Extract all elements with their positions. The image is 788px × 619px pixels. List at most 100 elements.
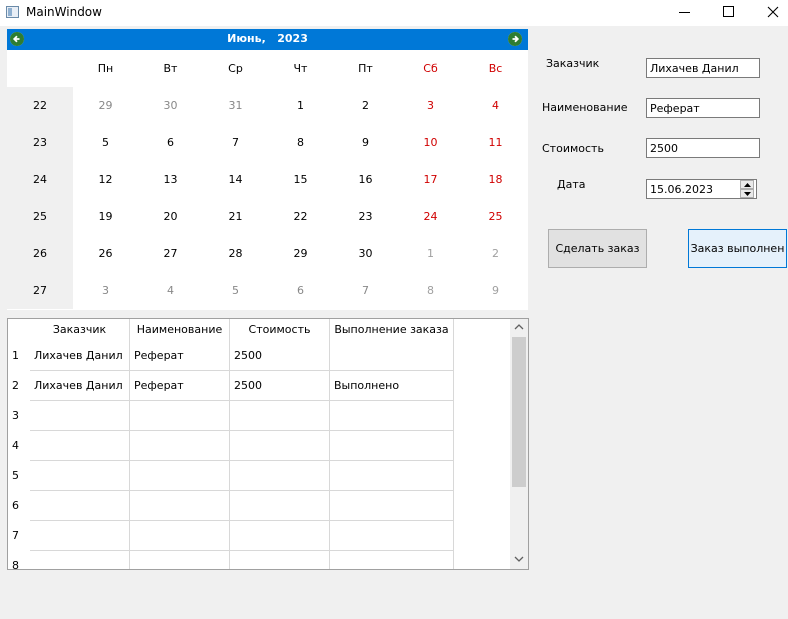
table-cell[interactable] (330, 461, 454, 491)
calendar-day-cell[interactable]: 6 (268, 272, 333, 309)
calendar-day-cell[interactable]: 18 (463, 161, 528, 198)
date-spinner[interactable] (740, 179, 756, 199)
calendar-day-cell[interactable]: 20 (138, 198, 203, 235)
make-order-button[interactable]: Сделать заказ (548, 229, 647, 268)
table-cell[interactable]: 2500 (230, 371, 330, 401)
table-cell[interactable] (330, 341, 454, 371)
table-cell[interactable]: 2500 (230, 341, 330, 371)
row-header[interactable]: 1 (8, 341, 30, 371)
row-header[interactable]: 3 (8, 401, 30, 431)
calendar-day-cell[interactable]: 22 (268, 198, 333, 235)
orders-table[interactable]: Заказчик Наименование Стоимость Выполнение … (7, 318, 529, 570)
calendar-day-cell[interactable]: 14 (203, 161, 268, 198)
table-cell[interactable] (230, 521, 330, 551)
table-vertical-scrollbar[interactable] (510, 319, 528, 569)
row-header[interactable]: 6 (8, 491, 30, 521)
row-header[interactable]: 7 (8, 521, 30, 551)
calendar-day-cell[interactable]: 28 (203, 235, 268, 272)
close-icon[interactable] (750, 0, 788, 26)
scrollbar-thumb[interactable] (512, 337, 526, 487)
column-header[interactable]: Стоимость (230, 319, 330, 341)
calendar-day-cell[interactable]: 25 (463, 198, 528, 235)
row-header[interactable]: 8 (8, 551, 30, 569)
month-button[interactable]: Июнь, (227, 32, 266, 45)
minimize-icon[interactable] (662, 0, 708, 26)
table-cell[interactable] (30, 521, 130, 551)
table-cell[interactable] (130, 551, 230, 569)
calendar-day-cell[interactable]: 1 (398, 235, 463, 272)
table-cell[interactable] (330, 551, 454, 569)
calendar-day-cell[interactable]: 31 (203, 87, 268, 124)
next-month-icon[interactable] (508, 32, 522, 46)
table-cell[interactable]: Реферат (130, 341, 230, 371)
table-corner-button[interactable] (8, 319, 30, 341)
calendar-day-cell[interactable]: 4 (138, 272, 203, 309)
calendar-day-cell[interactable]: 26 (73, 235, 138, 272)
row-header[interactable]: 4 (8, 431, 30, 461)
table-cell[interactable] (330, 491, 454, 521)
table-cell[interactable] (130, 401, 230, 431)
calendar-widget[interactable]: Июнь, 2023 Пн Вт Ср Чт Пт Сб Вс 22 29 30 31 1 2 3 4 23 5… (7, 29, 528, 310)
calendar-day-cell[interactable]: 3 (73, 272, 138, 309)
calendar-day-cell[interactable]: 17 (398, 161, 463, 198)
table-cell[interactable] (130, 431, 230, 461)
calendar-day-cell[interactable]: 21 (203, 198, 268, 235)
table-cell[interactable] (230, 461, 330, 491)
table-cell[interactable] (30, 551, 130, 569)
table-cell[interactable] (130, 491, 230, 521)
customer-input[interactable] (646, 58, 760, 78)
table-cell[interactable]: Реферат (130, 371, 230, 401)
date-down-button[interactable] (740, 189, 754, 198)
calendar-day-cell[interactable]: 7 (333, 272, 398, 309)
table-cell[interactable] (230, 551, 330, 569)
year-button[interactable]: 2023 (277, 32, 308, 45)
table-cell[interactable] (330, 431, 454, 461)
calendar-day-cell[interactable]: 4 (463, 87, 528, 124)
table-cell[interactable] (330, 521, 454, 551)
table-cell[interactable] (330, 401, 454, 431)
calendar-day-cell[interactable]: 30 (333, 235, 398, 272)
scroll-up-icon[interactable] (514, 323, 524, 331)
calendar-day-cell[interactable]: 29 (268, 235, 333, 272)
column-header[interactable]: Заказчик (30, 319, 130, 341)
table-cell[interactable]: Выполнено (330, 371, 454, 401)
column-header[interactable]: Выполнение заказа (330, 319, 454, 341)
calendar-day-cell[interactable]: 6 (138, 124, 203, 161)
table-cell[interactable] (30, 491, 130, 521)
calendar-day-cell[interactable]: 2 (463, 235, 528, 272)
calendar-day-cell[interactable]: 5 (203, 272, 268, 309)
calendar-day-cell[interactable]: 11 (463, 124, 528, 161)
cost-input[interactable] (646, 138, 760, 158)
column-header[interactable]: Наименование (130, 319, 230, 341)
calendar-day-cell[interactable]: 15 (268, 161, 333, 198)
table-cell[interactable] (130, 521, 230, 551)
table-cell[interactable] (30, 431, 130, 461)
calendar-day-cell[interactable]: 7 (203, 124, 268, 161)
table-cell[interactable] (130, 461, 230, 491)
calendar-day-cell[interactable]: 8 (398, 272, 463, 309)
calendar-day-cell[interactable]: 1 (268, 87, 333, 124)
table-cell[interactable] (230, 401, 330, 431)
calendar-day-cell[interactable]: 3 (398, 87, 463, 124)
calendar-day-cell[interactable]: 8 (268, 124, 333, 161)
calendar-day-cell[interactable]: 5 (73, 124, 138, 161)
calendar-day-cell[interactable]: 2 (333, 87, 398, 124)
table-cell[interactable]: Лихачев Данил (30, 341, 130, 371)
table-cell[interactable] (30, 401, 130, 431)
table-cell[interactable] (230, 491, 330, 521)
calendar-day-cell[interactable]: 23 (333, 198, 398, 235)
scroll-down-icon[interactable] (514, 555, 524, 563)
table-cell[interactable]: Лихачев Данил (30, 371, 130, 401)
name-input[interactable] (646, 98, 760, 118)
order-done-button[interactable]: Заказ выполнен (688, 229, 787, 268)
row-header[interactable]: 2 (8, 371, 30, 401)
calendar-day-cell[interactable]: 12 (73, 161, 138, 198)
date-up-button[interactable] (740, 180, 754, 189)
calendar-day-cell[interactable]: 19 (73, 198, 138, 235)
table-cell[interactable] (30, 461, 130, 491)
calendar-day-cell[interactable]: 9 (333, 124, 398, 161)
table-cell[interactable] (230, 431, 330, 461)
calendar-day-cell[interactable]: 9 (463, 272, 528, 309)
calendar-day-cell[interactable]: 24 (398, 198, 463, 235)
maximize-icon[interactable] (706, 0, 752, 26)
